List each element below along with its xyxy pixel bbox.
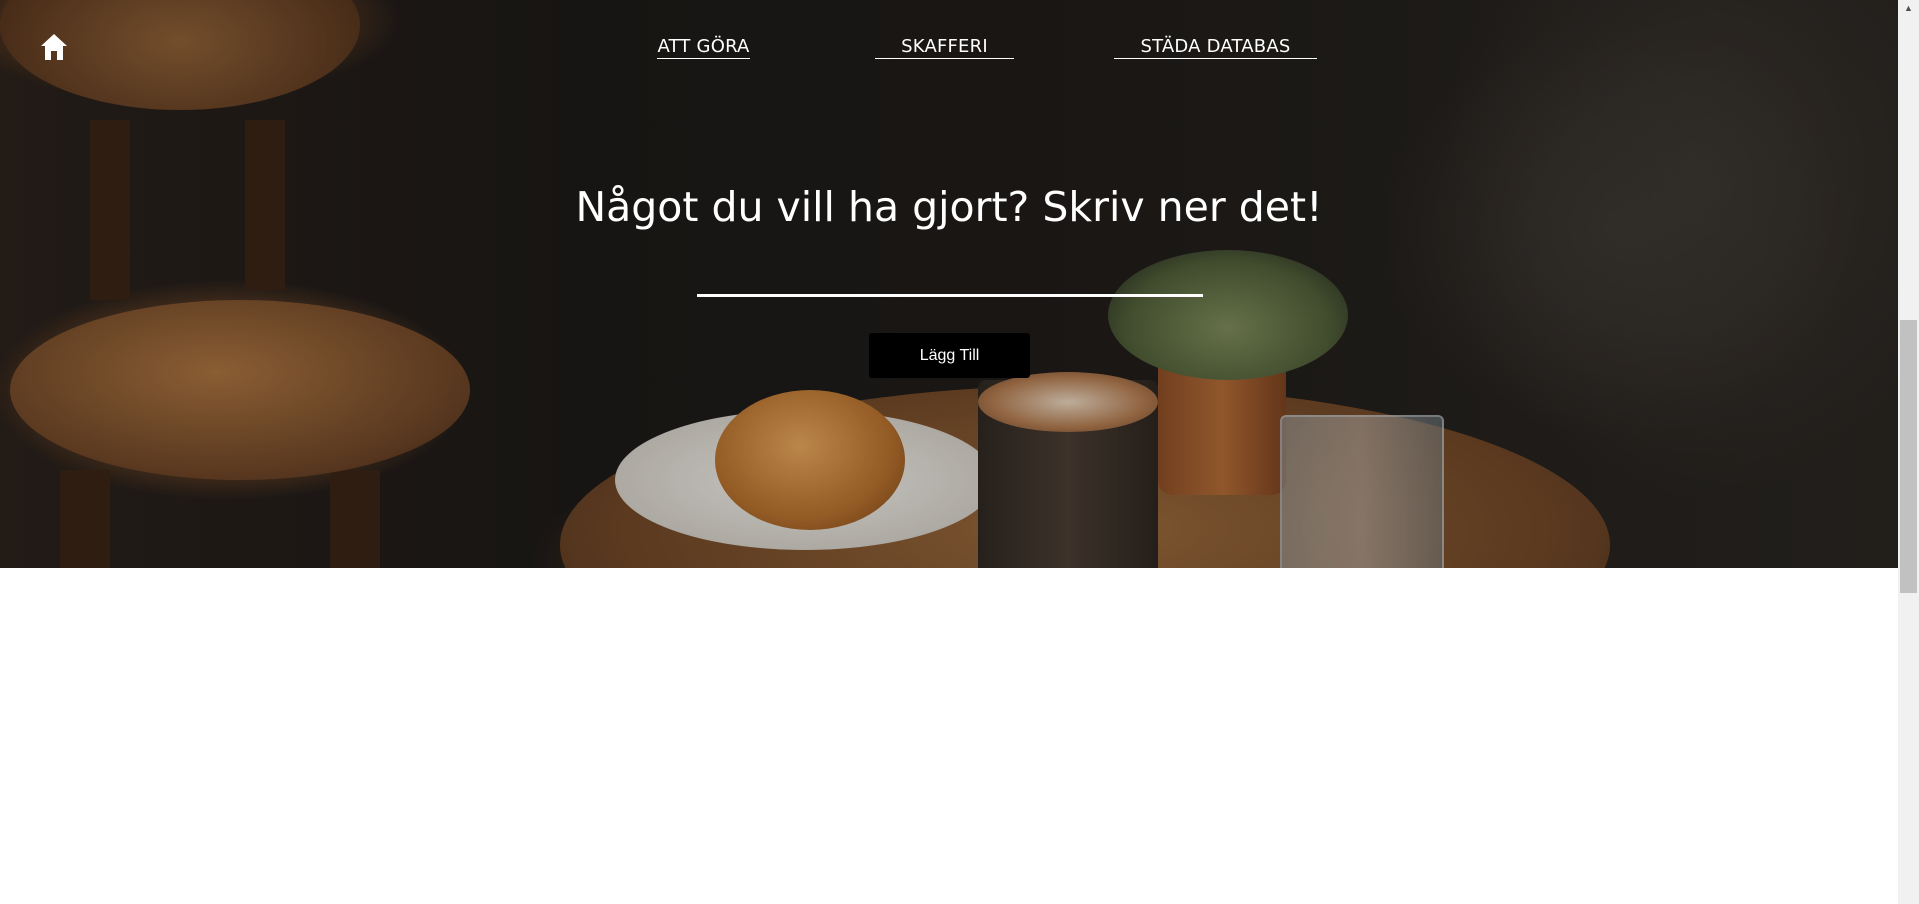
hero-section: ATT GÖRA SKAFFERI STÄDA DATABAS Något du… [0, 0, 1898, 568]
nav-link-att-gora[interactable]: ATT GÖRA [657, 36, 750, 59]
todo-input[interactable] [697, 262, 1203, 297]
nav-link-skafferi[interactable]: SKAFFERI [875, 36, 1014, 59]
page-title: Något du vill ha gjort? Skriv ner det! [575, 183, 1323, 231]
nav-link-stada-databas[interactable]: STÄDA DATABAS [1114, 36, 1317, 59]
add-button[interactable]: Lägg Till [869, 333, 1030, 378]
vertical-scrollbar[interactable]: ▲ [1898, 0, 1919, 904]
content-area [0, 568, 1898, 904]
scroll-thumb[interactable] [1900, 320, 1917, 593]
home-icon[interactable] [39, 32, 69, 62]
scroll-up-icon[interactable]: ▲ [1898, 0, 1919, 17]
